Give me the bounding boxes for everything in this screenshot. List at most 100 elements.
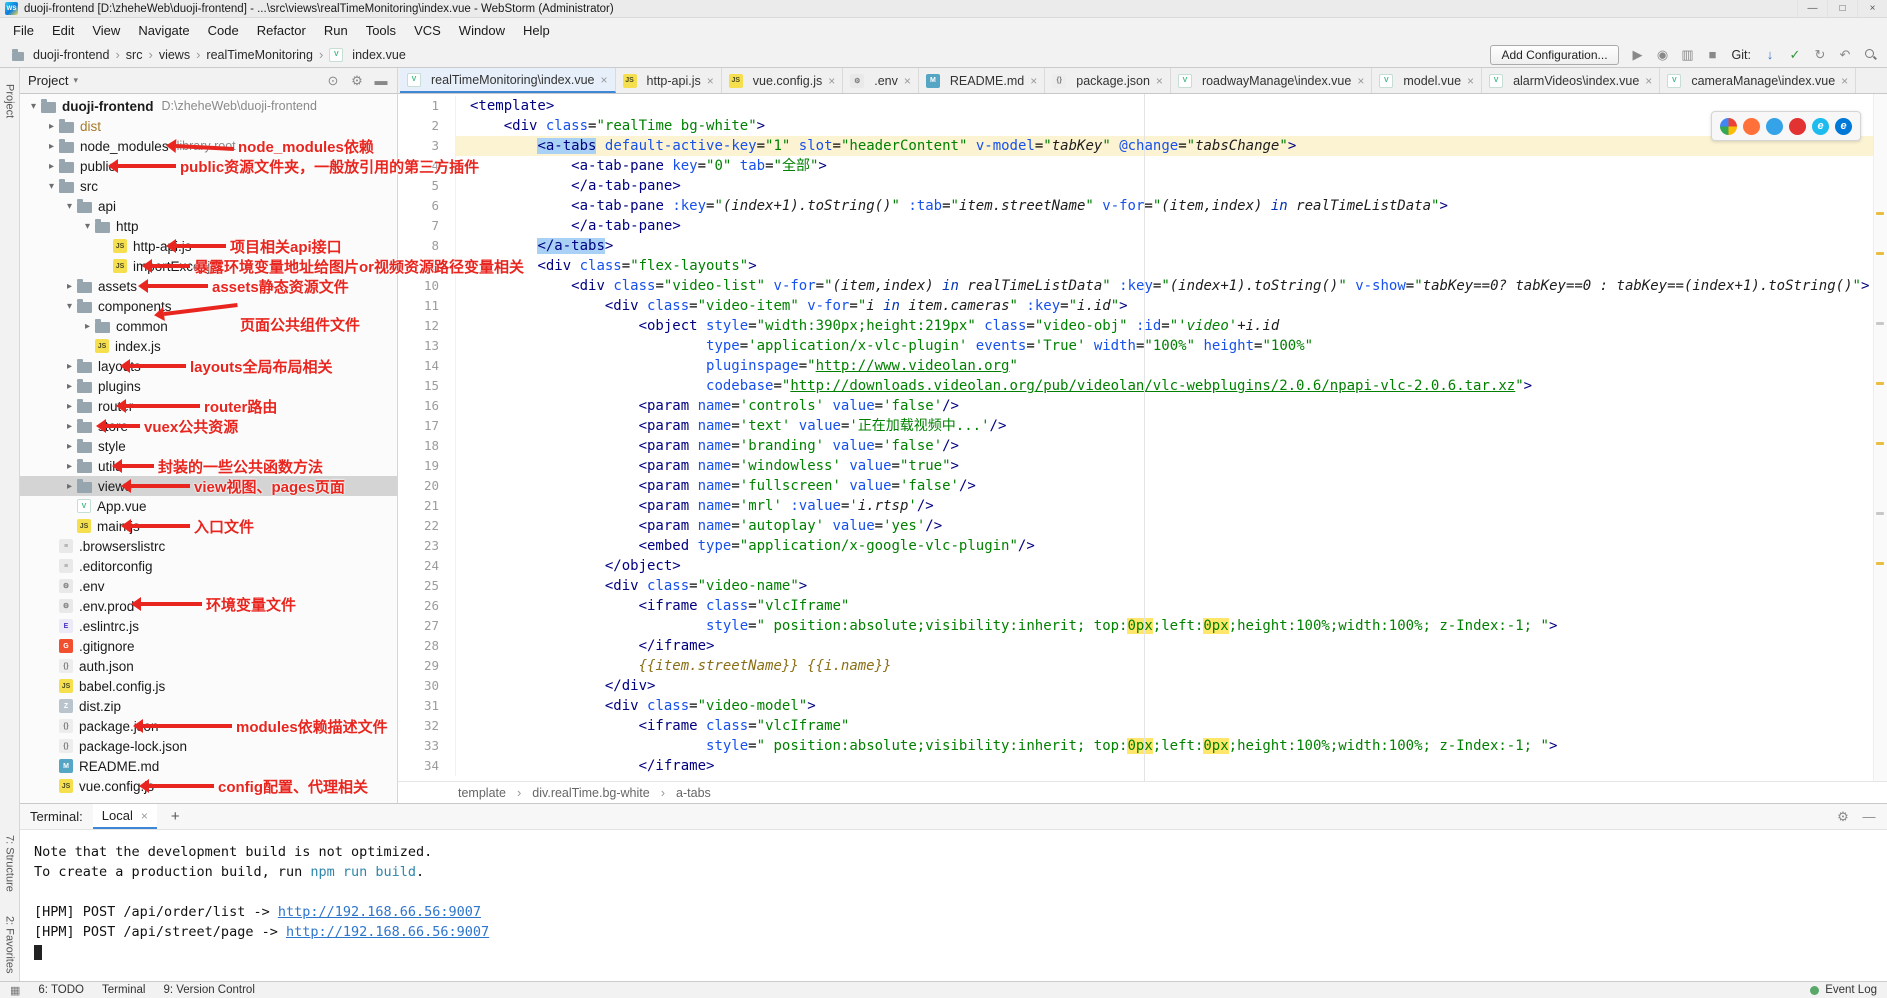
tree-item[interactable]: JSbabel.config.js: [20, 676, 397, 696]
collapse-arrow-icon[interactable]: ▾: [62, 301, 77, 312]
tree-item[interactable]: {}auth.json: [20, 656, 397, 676]
line-number[interactable]: 25: [398, 576, 456, 596]
code-text[interactable]: </object>: [456, 556, 1887, 576]
scroll-stripe[interactable]: [1873, 94, 1887, 781]
code-text[interactable]: <template>: [456, 96, 1887, 116]
search-icon[interactable]: [1864, 48, 1877, 61]
chevron-down-icon[interactable]: ▾: [73, 75, 78, 86]
expand-arrow-icon[interactable]: ▸: [80, 321, 95, 332]
line-number[interactable]: 20: [398, 476, 456, 496]
breadcrumb-item[interactable]: Vindex.vue: [327, 48, 408, 62]
run-icon[interactable]: ▶: [1630, 47, 1646, 63]
tree-item[interactable]: ▾http: [20, 216, 397, 236]
line-number[interactable]: 19: [398, 456, 456, 476]
tree-item[interactable]: ▸dist: [20, 116, 397, 136]
menu-item-refactor[interactable]: Refactor: [248, 18, 315, 42]
tool-strip-label-project[interactable]: Project: [4, 84, 16, 118]
close-icon[interactable]: ×: [1857, 0, 1887, 17]
statusbar-item[interactable]: 6: TODO: [38, 984, 84, 996]
line-number[interactable]: 33: [398, 736, 456, 756]
code-editor[interactable]: 1<template>2 <div class="realTime bg-whi…: [398, 94, 1887, 781]
code-text[interactable]: <param name='autoplay' value='yes'/>: [456, 516, 1887, 536]
editor-tab[interactable]: ⚙.env×: [843, 68, 919, 93]
close-icon[interactable]: ×: [141, 809, 148, 823]
code-text[interactable]: </a-tabs>: [456, 236, 1887, 256]
breadcrumb-item[interactable]: src: [124, 48, 145, 62]
menu-item-run[interactable]: Run: [315, 18, 357, 42]
tree-item[interactable]: ▾api: [20, 196, 397, 216]
line-number[interactable]: 3: [398, 136, 456, 156]
code-text[interactable]: <param name='branding' value='false'/>: [456, 436, 1887, 456]
menu-item-window[interactable]: Window: [450, 18, 514, 42]
close-tab-icon[interactable]: ×: [1357, 74, 1364, 88]
collapse-arrow-icon[interactable]: ▾: [62, 201, 77, 212]
breadcrumb-item[interactable]: duoji-frontend: [10, 48, 111, 62]
safari-browser-icon[interactable]: [1766, 118, 1783, 135]
gear-icon[interactable]: ⚙: [349, 73, 365, 89]
close-tab-icon[interactable]: ×: [828, 74, 835, 88]
editor-tab[interactable]: Vmodel.vue×: [1372, 68, 1482, 93]
line-number[interactable]: 28: [398, 636, 456, 656]
line-number[interactable]: 4: [398, 156, 456, 176]
editor-tab[interactable]: ValarmVideos\index.vue×: [1482, 68, 1660, 93]
close-tab-icon[interactable]: ×: [1645, 74, 1652, 88]
tree-item[interactable]: ▸public: [20, 156, 397, 176]
line-number[interactable]: 6: [398, 196, 456, 216]
code-text[interactable]: <param name='mrl' :value='i.rtsp'/>: [456, 496, 1887, 516]
statusbar-item[interactable]: Terminal: [102, 984, 145, 996]
tree-item[interactable]: {}package-lock.json: [20, 736, 397, 756]
line-number[interactable]: 12: [398, 316, 456, 336]
code-text[interactable]: </a-tab-pane>: [456, 176, 1887, 196]
locate-icon[interactable]: ⊙: [325, 73, 341, 89]
tree-item[interactable]: ≡.browserslistrc: [20, 536, 397, 556]
tree-item[interactable]: ≡.editorconfig: [20, 556, 397, 576]
code-text[interactable]: <div class="video-item" v-for="i in item…: [456, 296, 1887, 316]
menu-item-file[interactable]: File: [4, 18, 43, 42]
code-text[interactable]: <div class="video-list" v-for="(item,ind…: [456, 276, 1887, 296]
coverage-icon[interactable]: ▥: [1680, 47, 1696, 63]
close-tab-icon[interactable]: ×: [707, 74, 714, 88]
code-text[interactable]: <iframe class="vlcIframe": [456, 596, 1887, 616]
tree-item[interactable]: ▾duoji-frontendD:\zheheWeb\duoji-fronten…: [20, 96, 397, 116]
code-text[interactable]: <div class="realTime bg-white">: [456, 116, 1887, 136]
editor-breadcrumb-item[interactable]: template: [458, 786, 506, 800]
expand-arrow-icon[interactable]: ▸: [62, 481, 77, 492]
tree-item[interactable]: ⚙.env: [20, 576, 397, 596]
editor-tab[interactable]: VcameraManage\index.vue×: [1660, 68, 1856, 93]
tree-item[interactable]: ▸utils: [20, 456, 397, 476]
code-text[interactable]: </iframe>: [456, 756, 1887, 776]
tree-item[interactable]: E.eslintrc.js: [20, 616, 397, 636]
code-text[interactable]: <a-tab-pane :key="(index+1).toString()" …: [456, 196, 1887, 216]
menu-item-view[interactable]: View: [83, 18, 129, 42]
debug-icon[interactable]: ◉: [1655, 47, 1671, 63]
tree-item[interactable]: ▸style: [20, 436, 397, 456]
tree-item[interactable]: MREADME.md: [20, 756, 397, 776]
menu-item-tools[interactable]: Tools: [357, 18, 405, 42]
expand-arrow-icon[interactable]: ▸: [62, 381, 77, 392]
line-number[interactable]: 26: [398, 596, 456, 616]
line-number[interactable]: 31: [398, 696, 456, 716]
line-number[interactable]: 32: [398, 716, 456, 736]
line-number[interactable]: 30: [398, 676, 456, 696]
expand-arrow-icon[interactable]: ▸: [62, 361, 77, 372]
git-history-icon[interactable]: ↻: [1812, 47, 1828, 63]
line-number[interactable]: 29: [398, 656, 456, 676]
code-text[interactable]: <div class="flex-layouts">: [456, 256, 1887, 276]
tree-item[interactable]: ▸assets: [20, 276, 397, 296]
code-text[interactable]: style=" position:absolute;visibility:inh…: [456, 616, 1887, 636]
expand-arrow-icon[interactable]: ▸: [62, 401, 77, 412]
code-text[interactable]: </a-tab-pane>: [456, 216, 1887, 236]
code-text[interactable]: {{item.streetName}} {{i.name}}: [456, 656, 1887, 676]
collapse-arrow-icon[interactable]: ▾: [26, 101, 41, 112]
editor-breadcrumb-item[interactable]: div.realTime.bg-white: [532, 786, 649, 800]
minimize-icon[interactable]: —: [1861, 809, 1877, 824]
tree-item[interactable]: ⚙.env.prod: [20, 596, 397, 616]
close-tab-icon[interactable]: ×: [1841, 74, 1848, 88]
editor-tab[interactable]: MREADME.md×: [919, 68, 1045, 93]
code-text[interactable]: <param name='fullscreen' value='false'/>: [456, 476, 1887, 496]
menu-item-vcs[interactable]: VCS: [405, 18, 450, 42]
code-text[interactable]: <param name='text' value='正在加载视频中...'/>: [456, 416, 1887, 436]
code-text[interactable]: <object style="width:390px;height:219px"…: [456, 316, 1887, 336]
line-number[interactable]: 14: [398, 356, 456, 376]
new-terminal-icon[interactable]: +: [167, 808, 184, 825]
